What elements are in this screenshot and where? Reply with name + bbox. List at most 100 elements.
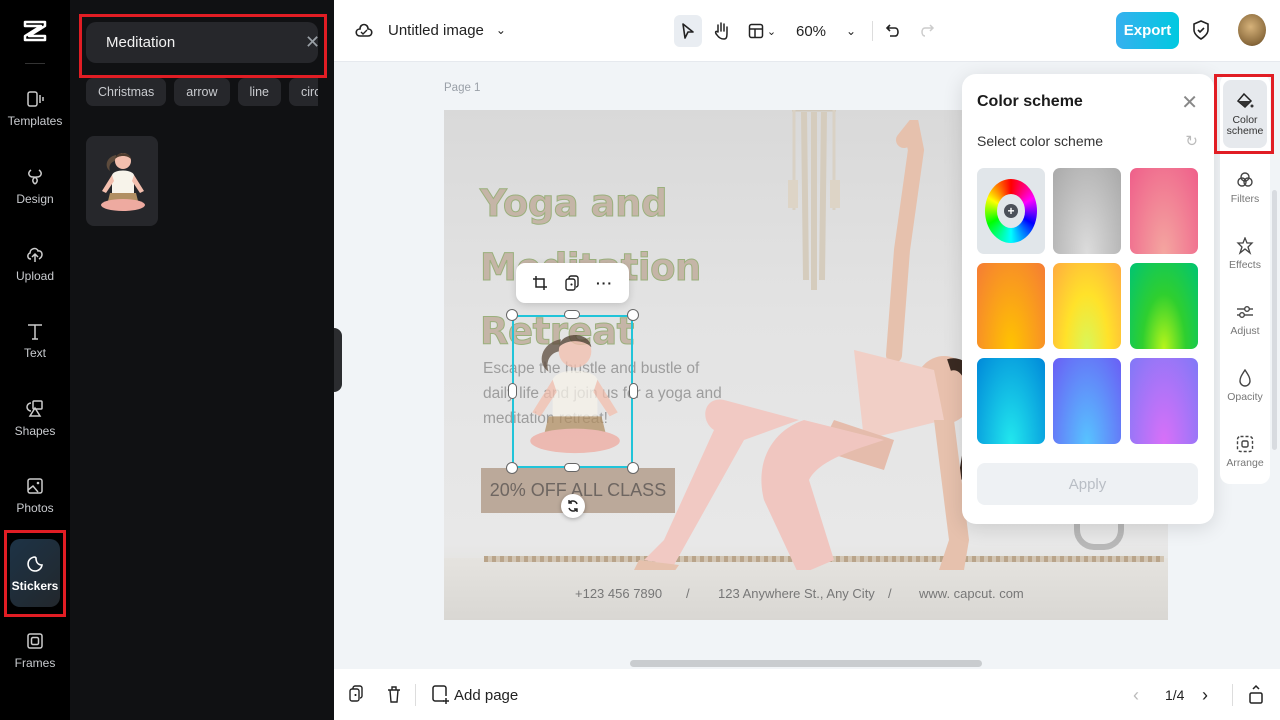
tool-label: Color scheme bbox=[1226, 113, 1264, 137]
add-icon: + bbox=[1004, 204, 1018, 218]
element-context-toolbar: ··· bbox=[516, 263, 629, 303]
resize-handle-bottom-left[interactable] bbox=[506, 462, 518, 474]
swatch-cyan[interactable] bbox=[977, 358, 1045, 444]
rail-item-frames[interactable]: Frames bbox=[6, 614, 64, 686]
duplicate-icon[interactable] bbox=[564, 275, 580, 291]
reset-icon[interactable]: ↻ bbox=[1185, 132, 1198, 150]
chip-circle[interactable]: circle bbox=[289, 78, 318, 106]
tool-effects[interactable]: Effects bbox=[1223, 224, 1267, 284]
expand-pages-icon bbox=[1249, 684, 1263, 704]
rail-item-text[interactable]: Text bbox=[6, 304, 64, 376]
chip-christmas[interactable]: Christmas bbox=[86, 78, 167, 106]
apply-button[interactable]: Apply bbox=[977, 463, 1198, 505]
swatch-green[interactable] bbox=[1130, 263, 1198, 349]
tool-label: Filters bbox=[1230, 193, 1260, 205]
effects-icon bbox=[1236, 237, 1254, 255]
chip-arrow[interactable]: arrow bbox=[174, 78, 230, 106]
rail-item-stickers[interactable]: Stickers bbox=[10, 539, 60, 607]
horizontal-scrollbar[interactable] bbox=[630, 660, 982, 667]
duplicate-page-button[interactable] bbox=[348, 685, 364, 703]
rail-item-photos[interactable]: Photos bbox=[6, 459, 64, 531]
rail-item-shapes[interactable]: Shapes bbox=[6, 382, 64, 454]
undo-icon bbox=[885, 24, 899, 37]
rail-item-upload[interactable]: Upload bbox=[6, 227, 64, 299]
search-input[interactable] bbox=[106, 34, 305, 51]
rotate-handle[interactable] bbox=[561, 494, 585, 518]
color-scheme-panel: Color scheme ✕ Select color scheme ↻ + A… bbox=[962, 74, 1214, 524]
delete-page-button[interactable] bbox=[386, 685, 402, 703]
tool-adjust[interactable]: Adjust bbox=[1223, 290, 1267, 350]
tool-arrange[interactable]: Arrange bbox=[1223, 422, 1267, 482]
page-indicator: 1/4 bbox=[1165, 687, 1185, 703]
tool-label: Effects bbox=[1229, 259, 1261, 271]
close-icon[interactable]: ✕ bbox=[1181, 90, 1198, 115]
custom-color-swatch[interactable]: + bbox=[977, 168, 1045, 254]
bottom-divider bbox=[1232, 684, 1233, 706]
chip-line[interactable]: line bbox=[237, 78, 281, 106]
add-page-icon bbox=[432, 685, 449, 704]
contact-phone[interactable]: +123 456 7890 bbox=[575, 586, 662, 601]
export-button[interactable]: Export bbox=[1116, 12, 1179, 49]
next-page-icon[interactable]: › bbox=[1202, 685, 1208, 706]
user-avatar[interactable] bbox=[1238, 14, 1266, 46]
expand-pages-button[interactable] bbox=[1247, 684, 1265, 704]
arrange-icon bbox=[1236, 435, 1254, 453]
color-scheme-title: Color scheme bbox=[977, 93, 1083, 110]
rail-label: Templates bbox=[7, 113, 63, 128]
more-options-icon[interactable]: ··· bbox=[596, 275, 613, 291]
toolbar-divider bbox=[872, 21, 874, 41]
tool-filters[interactable]: Filters bbox=[1223, 158, 1267, 218]
swatch-gray[interactable] bbox=[1053, 168, 1121, 254]
swatch-violet[interactable] bbox=[1130, 358, 1198, 444]
capcut-logo-icon[interactable] bbox=[20, 16, 50, 46]
paint-bucket-icon bbox=[1236, 92, 1254, 108]
tool-label: Adjust bbox=[1230, 325, 1260, 337]
swatch-pink[interactable] bbox=[1130, 168, 1198, 254]
layout-dropdown[interactable]: ⌄ bbox=[742, 15, 782, 47]
stickers-panel bbox=[70, 0, 334, 720]
swatch-blue[interactable] bbox=[1053, 358, 1121, 444]
trash-icon bbox=[388, 686, 400, 703]
zoom-level[interactable]: 60% bbox=[796, 23, 826, 40]
add-page-button[interactable]: Add page bbox=[432, 685, 518, 705]
right-scrollbar[interactable] bbox=[1272, 190, 1277, 450]
tool-color-scheme[interactable]: Color scheme bbox=[1223, 80, 1267, 148]
hand-tool-button[interactable] bbox=[708, 15, 736, 47]
project-title[interactable]: Untitled image ⌄ bbox=[354, 20, 506, 40]
prev-page-icon[interactable]: ‹ bbox=[1133, 685, 1139, 706]
resize-handle-left[interactable] bbox=[508, 383, 517, 399]
canvas-toolbar: ⌄ 60% ⌄ bbox=[674, 15, 941, 47]
swatch-orange[interactable] bbox=[977, 263, 1045, 349]
search-box[interactable]: ✕ bbox=[86, 22, 320, 63]
crop-icon[interactable] bbox=[532, 275, 548, 291]
swatch-yellow[interactable] bbox=[1053, 263, 1121, 349]
rail-item-design[interactable]: Design bbox=[6, 150, 64, 222]
resize-handle-bottom-right[interactable] bbox=[627, 462, 639, 474]
rail-item-templates[interactable]: Templates bbox=[6, 72, 64, 144]
upload-icon bbox=[27, 247, 43, 262]
color-scheme-subtitle: Select color scheme bbox=[977, 133, 1104, 149]
resize-handle-top[interactable] bbox=[564, 310, 580, 319]
contact-website[interactable]: www. capcut. com bbox=[919, 586, 1024, 601]
contact-address[interactable]: 123 Anywhere St., Any City bbox=[718, 586, 875, 601]
tool-opacity[interactable]: Opacity bbox=[1223, 356, 1267, 416]
resize-handle-top-left[interactable] bbox=[506, 309, 518, 321]
redo-icon bbox=[921, 24, 935, 37]
resize-handle-top-right[interactable] bbox=[627, 309, 639, 321]
page-label: Page 1 bbox=[444, 82, 481, 94]
chevron-down-icon: ⌄ bbox=[495, 23, 506, 37]
undo-button[interactable] bbox=[879, 15, 907, 47]
clear-search-icon[interactable]: ✕ bbox=[305, 32, 320, 53]
resize-handle-bottom[interactable] bbox=[564, 463, 580, 472]
select-tool-button[interactable] bbox=[674, 15, 702, 47]
redo-button[interactable] bbox=[913, 15, 941, 47]
meditation-sticker-thumbnail bbox=[101, 153, 145, 211]
zoom-chevron-icon[interactable]: ⌄ bbox=[846, 24, 856, 38]
rail-label: Shapes bbox=[14, 423, 56, 438]
shield-check-icon[interactable] bbox=[1192, 20, 1210, 40]
sticker-result-meditation[interactable] bbox=[86, 136, 158, 226]
collapse-panel-handle[interactable] bbox=[334, 328, 342, 392]
frames-icon bbox=[27, 632, 43, 649]
resize-handle-right[interactable] bbox=[629, 383, 638, 399]
rail-label: Text bbox=[23, 345, 46, 360]
